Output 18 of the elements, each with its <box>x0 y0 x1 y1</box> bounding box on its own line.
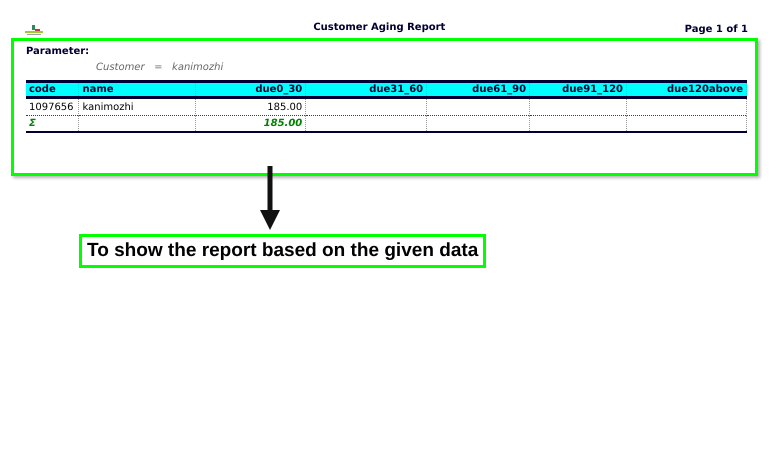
total-cell: 185.00 <box>196 116 306 132</box>
callout-label: To show the report based on the given data <box>79 234 486 268</box>
table-cell: 185.00 <box>196 98 306 116</box>
table-cell: 1097656 <box>26 98 79 116</box>
report-title: Customer Aging Report <box>312 22 446 33</box>
parameter-heading: Parameter: <box>26 45 90 59</box>
column-header: due120above <box>626 82 746 98</box>
column-header: due31_60 <box>306 82 427 98</box>
arrow-drawing <box>260 166 280 230</box>
page-number: Page 1 of 1 <box>684 23 748 37</box>
column-header: code <box>26 82 79 98</box>
table-cell: kanimozhi <box>78 98 196 116</box>
parameter-text: Customer = kanimozhi <box>96 61 224 75</box>
column-header: due91_120 <box>530 82 627 98</box>
column-header: due61_90 <box>426 82 530 98</box>
column-header: name <box>78 82 196 98</box>
column-header: due0_30 <box>196 82 306 98</box>
logo-icon <box>25 25 43 35</box>
